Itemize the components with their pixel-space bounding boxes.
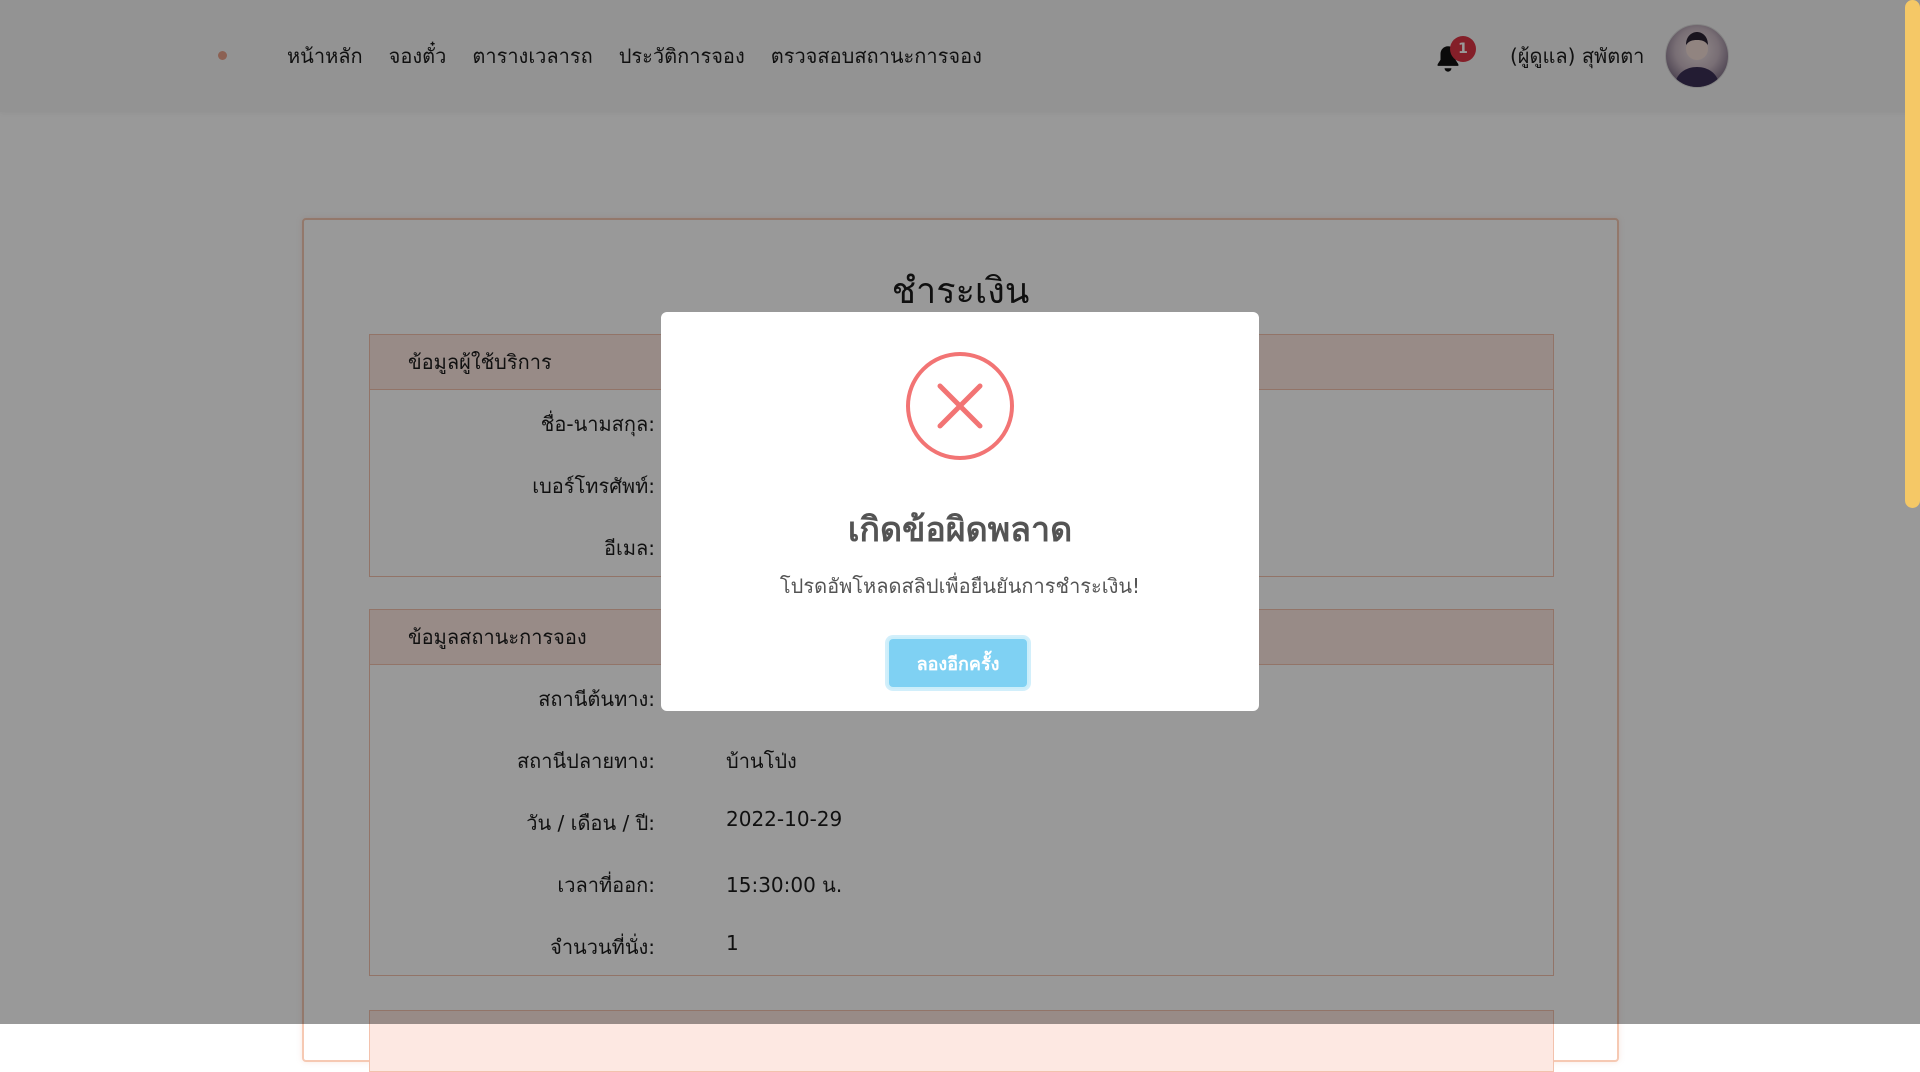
error-dialog: เกิดข้อผิดพลาด โปรดอัพโหลดสลิปเพื่อยืนยั… — [661, 312, 1259, 711]
error-x-icon — [906, 352, 1014, 460]
retry-button[interactable]: ลองอีกครั้ง — [887, 637, 1029, 689]
scrollbar-thumb[interactable] — [1905, 0, 1920, 508]
dialog-message: โปรดอัพโหลดสลิปเพื่อยืนยันการชำระเงิน! — [779, 574, 1141, 598]
modal-backdrop[interactable]: เกิดข้อผิดพลาด โปรดอัพโหลดสลิปเพื่อยืนยั… — [0, 0, 1920, 1024]
scrollbar[interactable] — [1900, 0, 1920, 1024]
dialog-title: เกิดข้อผิดพลาด — [847, 510, 1073, 550]
